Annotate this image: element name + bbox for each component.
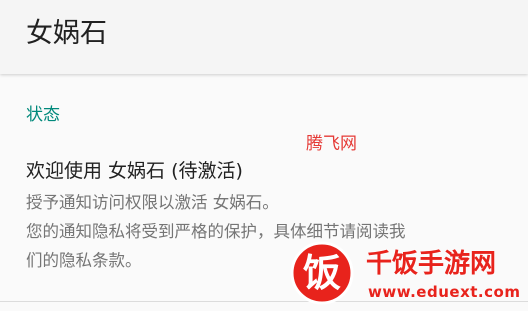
section-header-status: 状态 — [26, 105, 60, 125]
logo-char: 饭 — [303, 251, 341, 295]
logo-url: www.eduext.com — [368, 283, 521, 301]
summary-line: 授予通知访问权限以激活 女娲石。 — [26, 193, 279, 212]
preference-title: 欢迎使用 女娲石 (待激活) — [26, 160, 243, 182]
app-title: 女娲石 — [26, 18, 107, 49]
logo-name: 千饭手游网 — [366, 249, 497, 279]
watermark-text: 腾飞网 — [306, 134, 357, 154]
app-bar: 女娲石 — [0, 0, 528, 74]
watermark-logo: 饭 千饭手游网 www.eduext.com — [284, 240, 528, 308]
settings-screen: 女娲石 状态 腾飞网 欢迎使用 女娲石 (待激活) 授予通知访问权限以激活 女娲… — [0, 0, 528, 311]
logo-icon: 饭 — [290, 241, 354, 305]
